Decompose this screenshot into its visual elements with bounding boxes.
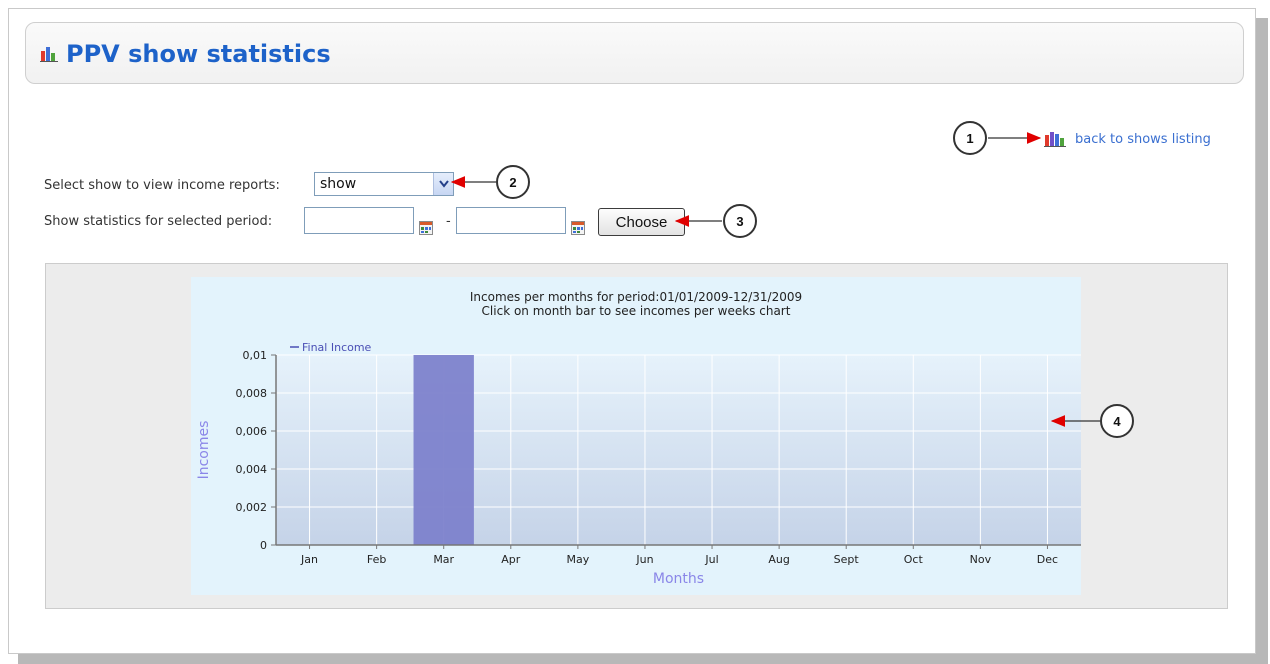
page-header: PPV show statistics <box>25 22 1244 84</box>
x-tick-label: Dec <box>1037 553 1058 566</box>
x-tick-label: Oct <box>904 553 924 566</box>
page-title: PPV show statistics <box>66 40 331 68</box>
bar-chart-icon <box>40 47 58 62</box>
chevron-down-icon[interactable] <box>433 173 453 195</box>
chart-container: Incomes per months for period:01/01/2009… <box>45 263 1228 609</box>
choose-button[interactable]: Choose <box>598 208 685 236</box>
x-tick-label: Apr <box>501 553 521 566</box>
calendar-icon[interactable] <box>571 221 585 235</box>
show-select-value: show <box>320 176 357 192</box>
callout-3: 3 <box>723 204 757 238</box>
legend-label: Final Income <box>302 341 372 354</box>
calendar-icon[interactable] <box>419 221 433 235</box>
callout-1: 1 <box>953 121 987 155</box>
chart-title: Incomes per months for period:01/01/2009… <box>470 290 802 304</box>
chart-subtitle: Click on month bar to see incomes per we… <box>482 304 791 318</box>
show-select[interactable]: show <box>314 172 454 196</box>
back-link-label: back to shows listing <box>1075 131 1211 147</box>
y-axis-label: Incomes <box>196 421 212 480</box>
x-tick-label: Nov <box>970 553 992 566</box>
y-tick-label: 0 <box>260 539 267 552</box>
plot-area <box>276 355 1081 545</box>
date-from-input[interactable] <box>304 207 414 234</box>
y-tick-label: 0,004 <box>236 463 268 476</box>
date-to-input[interactable] <box>456 207 566 234</box>
x-tick-label: Sept <box>834 553 860 566</box>
y-tick-label: 0,01 <box>243 349 268 362</box>
back-to-shows-link[interactable]: back to shows listing <box>1043 131 1211 147</box>
x-axis-label: Months <box>653 571 704 587</box>
bar-chart-icon <box>1044 132 1066 147</box>
income-chart: Incomes per months for period:01/01/2009… <box>191 277 1081 595</box>
period-label: Show statistics for selected period: <box>44 214 273 229</box>
callout-4: 4 <box>1100 404 1134 438</box>
main-panel: PPV show statistics back to shows listin… <box>8 8 1256 654</box>
callout-2: 2 <box>496 165 530 199</box>
x-tick-label: May <box>567 553 590 566</box>
y-tick-label: 0,002 <box>236 501 268 514</box>
x-tick-label: Feb <box>367 553 386 566</box>
x-tick-label: Jun <box>635 553 653 566</box>
select-show-label: Select show to view income reports: <box>44 178 280 193</box>
y-tick-label: 0,008 <box>236 387 268 400</box>
bar-mar[interactable] <box>413 355 474 545</box>
x-tick-label: Jan <box>300 553 318 566</box>
date-separator: - <box>446 214 451 229</box>
y-tick-label: 0,006 <box>236 425 268 438</box>
x-tick-label: Jul <box>704 553 718 566</box>
x-tick-label: Aug <box>768 553 789 566</box>
x-tick-label: Mar <box>433 553 454 566</box>
